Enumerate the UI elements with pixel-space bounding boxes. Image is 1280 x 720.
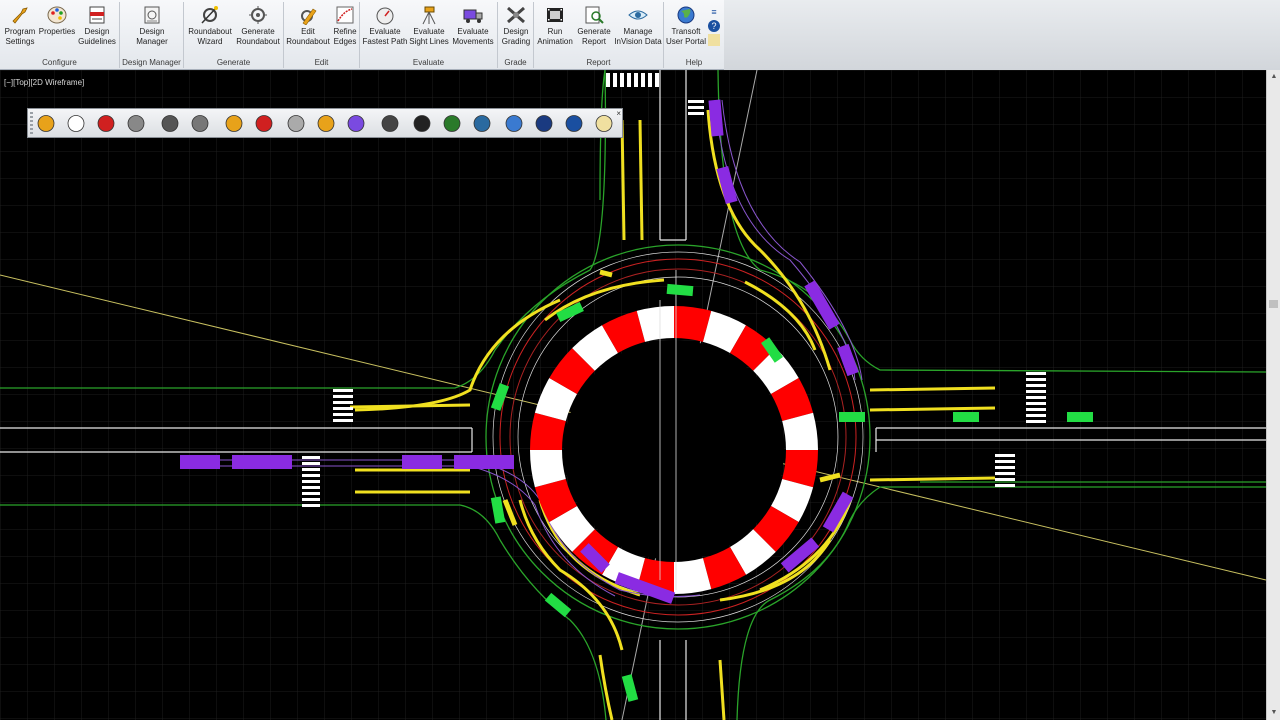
refine-edges-icon[interactable] [252, 112, 276, 135]
generate-roundabout-button[interactable]: Generate Roundabout [234, 5, 282, 47]
globe-icon [677, 6, 695, 24]
refine-edges-icon [336, 6, 354, 24]
globe-icon[interactable] [502, 112, 526, 135]
truck-icon [463, 9, 483, 23]
report-icon [585, 6, 604, 24]
group-label-generate: Generate [216, 58, 251, 67]
edit-roundabout-button[interactable]: Edit Roundabout [284, 5, 332, 47]
evaluate-movements-button[interactable]: Evaluate Movements [450, 5, 496, 47]
drawing-viewport[interactable]: [−][Top][2D Wireframe] [0, 70, 1266, 720]
program-settings-button[interactable]: Program Settings [2, 5, 38, 47]
design-manager-icon [144, 6, 160, 24]
eye-icon[interactable] [470, 112, 494, 135]
evaluate-fastest-path-button[interactable]: Evaluate Fastest Path [362, 5, 408, 47]
ribbon-group-report: Run Animation Generate Report Manage InV… [534, 2, 664, 68]
group-label-configure: Configure [42, 58, 77, 67]
scroll-up-arrow[interactable]: ▲ [1267, 70, 1280, 84]
ribbon-group-evaluate: Evaluate Fastest Path Evaluate Sight Lin… [360, 2, 498, 68]
report-icon[interactable] [440, 112, 464, 135]
edit-roundabout-icon[interactable] [222, 112, 246, 135]
group-label-help: Help [685, 58, 703, 67]
edit-roundabout-icon [301, 8, 317, 25]
wrench-icon[interactable] [34, 112, 58, 135]
car-vehicle [953, 412, 979, 422]
toolbar-close-icon[interactable]: × [616, 109, 621, 118]
design-manager-icon[interactable] [124, 112, 148, 135]
roundabout-wizard-button[interactable]: Roundabout Wizard [186, 5, 234, 47]
notepad-icon[interactable] [592, 112, 616, 135]
manage-invision-data-button[interactable]: Manage InVision Data [612, 5, 664, 47]
properties-button[interactable]: Properties [38, 5, 76, 37]
wrench-icon [12, 7, 28, 24]
car-vehicle [1067, 412, 1093, 422]
central-island [564, 340, 784, 560]
group-label-evaluate: Evaluate [412, 58, 445, 67]
generate-report-button[interactable]: Generate Report [576, 5, 612, 47]
ribbon-group-generate: Roundabout Wizard Generate Roundabout Ge… [184, 2, 284, 68]
run-animation-button[interactable]: Run Animation [534, 5, 576, 47]
pin-icon[interactable]: ≡ [708, 6, 720, 18]
evaluate-sight-lines-button[interactable]: Evaluate Sight Lines [408, 5, 450, 47]
refine-edges-button[interactable]: Refine Edges [332, 5, 358, 47]
floating-toolbar[interactable]: × [27, 108, 623, 138]
guidelines-icon [89, 6, 105, 24]
ribbon-empty-area [724, 0, 1280, 70]
help-icon[interactable]: ? [708, 20, 720, 32]
grading-icon[interactable] [378, 112, 402, 135]
roundabout-drawing [0, 70, 1266, 720]
palette-icon [47, 6, 67, 24]
generate-roundabout-icon [249, 6, 267, 24]
car-vehicle [839, 412, 865, 422]
truck-icon[interactable] [344, 112, 368, 135]
design-grading-button[interactable]: Design Grading [498, 5, 534, 47]
transoft-user-portal-button[interactable]: Transoft User Portal [664, 5, 708, 47]
bus-vehicle [232, 455, 292, 469]
palette-icon[interactable] [64, 112, 88, 135]
roundabout-wizard-icon [201, 6, 218, 24]
design-guidelines-button[interactable]: Design Guidelines [76, 5, 118, 47]
bus-vehicle [180, 455, 220, 469]
tripod-icon [422, 6, 436, 25]
roundabout-wizard-icon[interactable] [158, 112, 182, 135]
generate-roundabout-icon[interactable] [188, 112, 212, 135]
ribbon-group-design-manager: Design Manager Design Manager [120, 2, 184, 68]
grading-icon [507, 6, 525, 24]
bus-vehicle [402, 455, 442, 469]
eye-icon [628, 10, 648, 20]
group-label-design-manager: Design Manager [122, 58, 181, 67]
ribbon-group-grade: Design Grading Grade [498, 2, 534, 68]
vertical-scrollbar[interactable]: ▲ ▼ [1266, 70, 1280, 720]
tripod-icon[interactable] [314, 112, 338, 135]
group-label-edit: Edit [314, 58, 329, 67]
help-side-buttons: ≡ ? [708, 6, 722, 48]
group-label-grade: Grade [504, 58, 527, 67]
guidelines-icon[interactable] [94, 112, 118, 135]
scroll-down-arrow[interactable]: ▼ [1267, 706, 1280, 720]
film-icon [547, 8, 563, 22]
toolbar-grip[interactable] [30, 112, 33, 134]
film-icon[interactable] [410, 112, 434, 135]
viewport-label[interactable]: [−][Top][2D Wireframe] [4, 78, 84, 87]
scroll-thumb[interactable] [1269, 300, 1278, 308]
graduation-cap-icon[interactable] [532, 112, 556, 135]
ribbon-group-configure: Program Settings Properties Design Guide… [0, 2, 120, 68]
design-manager-button[interactable]: Design Manager [128, 5, 176, 47]
notepad-icon[interactable] [708, 34, 720, 46]
ribbon-group-edit: Edit Roundabout Refine Edges Edit [284, 2, 360, 68]
speedometer-icon[interactable] [284, 112, 308, 135]
bus-vehicle [454, 455, 514, 469]
speedometer-icon [376, 7, 394, 25]
help-icon[interactable] [562, 112, 586, 135]
group-label-report: Report [586, 58, 611, 67]
